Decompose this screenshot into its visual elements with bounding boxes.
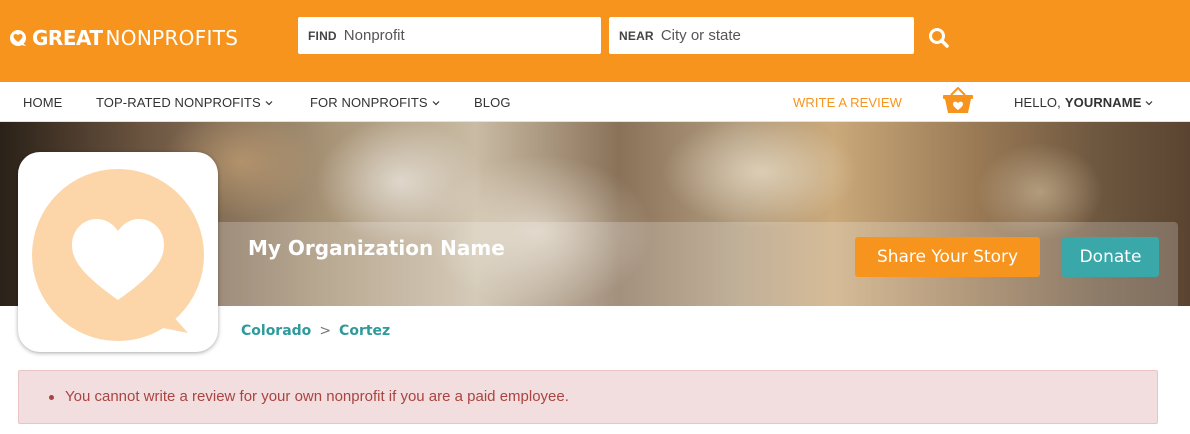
breadcrumb: Colorado > Cortez (241, 323, 390, 339)
nav-for-nonprofits[interactable]: FOR NONPROFITS (310, 95, 441, 110)
heart-basket-icon[interactable] (942, 86, 974, 114)
near-label: NEAR (619, 28, 654, 43)
find-label: FIND (308, 28, 337, 43)
nav-blog-label: BLOG (474, 95, 511, 110)
site-logo[interactable]: GREAT NONPROFITS (8, 25, 238, 51)
chevron-down-icon (432, 100, 440, 105)
nav-home-label: HOME (23, 95, 63, 110)
organization-avatar (18, 152, 218, 352)
find-input[interactable] (343, 27, 574, 44)
donate-button[interactable]: Donate (1062, 237, 1159, 277)
main-nav: HOME TOP-RATED NONPROFITS FOR NONPROFITS… (0, 82, 1190, 122)
organization-name: My Organization Name (248, 236, 505, 260)
alert-message: You cannot write a review for your own n… (65, 388, 569, 405)
nav-write-review[interactable]: WRITE A REVIEW (793, 95, 902, 110)
breadcrumb-state[interactable]: Colorado (241, 323, 311, 339)
nav-user-menu[interactable]: HELLO, YOURNAME (1014, 95, 1154, 110)
top-header: GREAT NONPROFITS FIND NEAR (0, 0, 1190, 82)
breadcrumb-separator: > (319, 323, 332, 339)
nav-username: YOURNAME (1064, 95, 1142, 110)
alert-bullet (49, 395, 54, 400)
nav-for-nonprofits-label: FOR NONPROFITS (310, 95, 428, 110)
nav-write-review-label: WRITE A REVIEW (793, 95, 903, 110)
logo-text-great: GREAT (32, 26, 103, 50)
chevron-down-icon (1146, 100, 1153, 105)
chevron-down-icon (265, 100, 273, 105)
logo-text-nonprofits: NONPROFITS (105, 26, 239, 50)
breadcrumb-city[interactable]: Cortez (339, 323, 390, 339)
logo-heart-bubble-icon (10, 30, 26, 46)
near-search-box: NEAR (609, 17, 914, 54)
nav-top-rated-label: TOP-RATED NONPROFITS (96, 95, 261, 110)
nav-home[interactable]: HOME (23, 95, 62, 110)
nav-top-rated[interactable]: TOP-RATED NONPROFITS (96, 95, 274, 110)
heart-chat-bubble-icon (32, 169, 204, 341)
nav-blog[interactable]: BLOG (474, 95, 511, 110)
nav-hello-label: HELLO, (1014, 95, 1061, 110)
error-alert: You cannot write a review for your own n… (18, 370, 1158, 424)
share-your-story-button[interactable]: Share Your Story (855, 237, 1040, 277)
near-input[interactable] (660, 27, 891, 44)
search-icon[interactable] (926, 25, 952, 51)
find-search-box: FIND (298, 17, 601, 54)
